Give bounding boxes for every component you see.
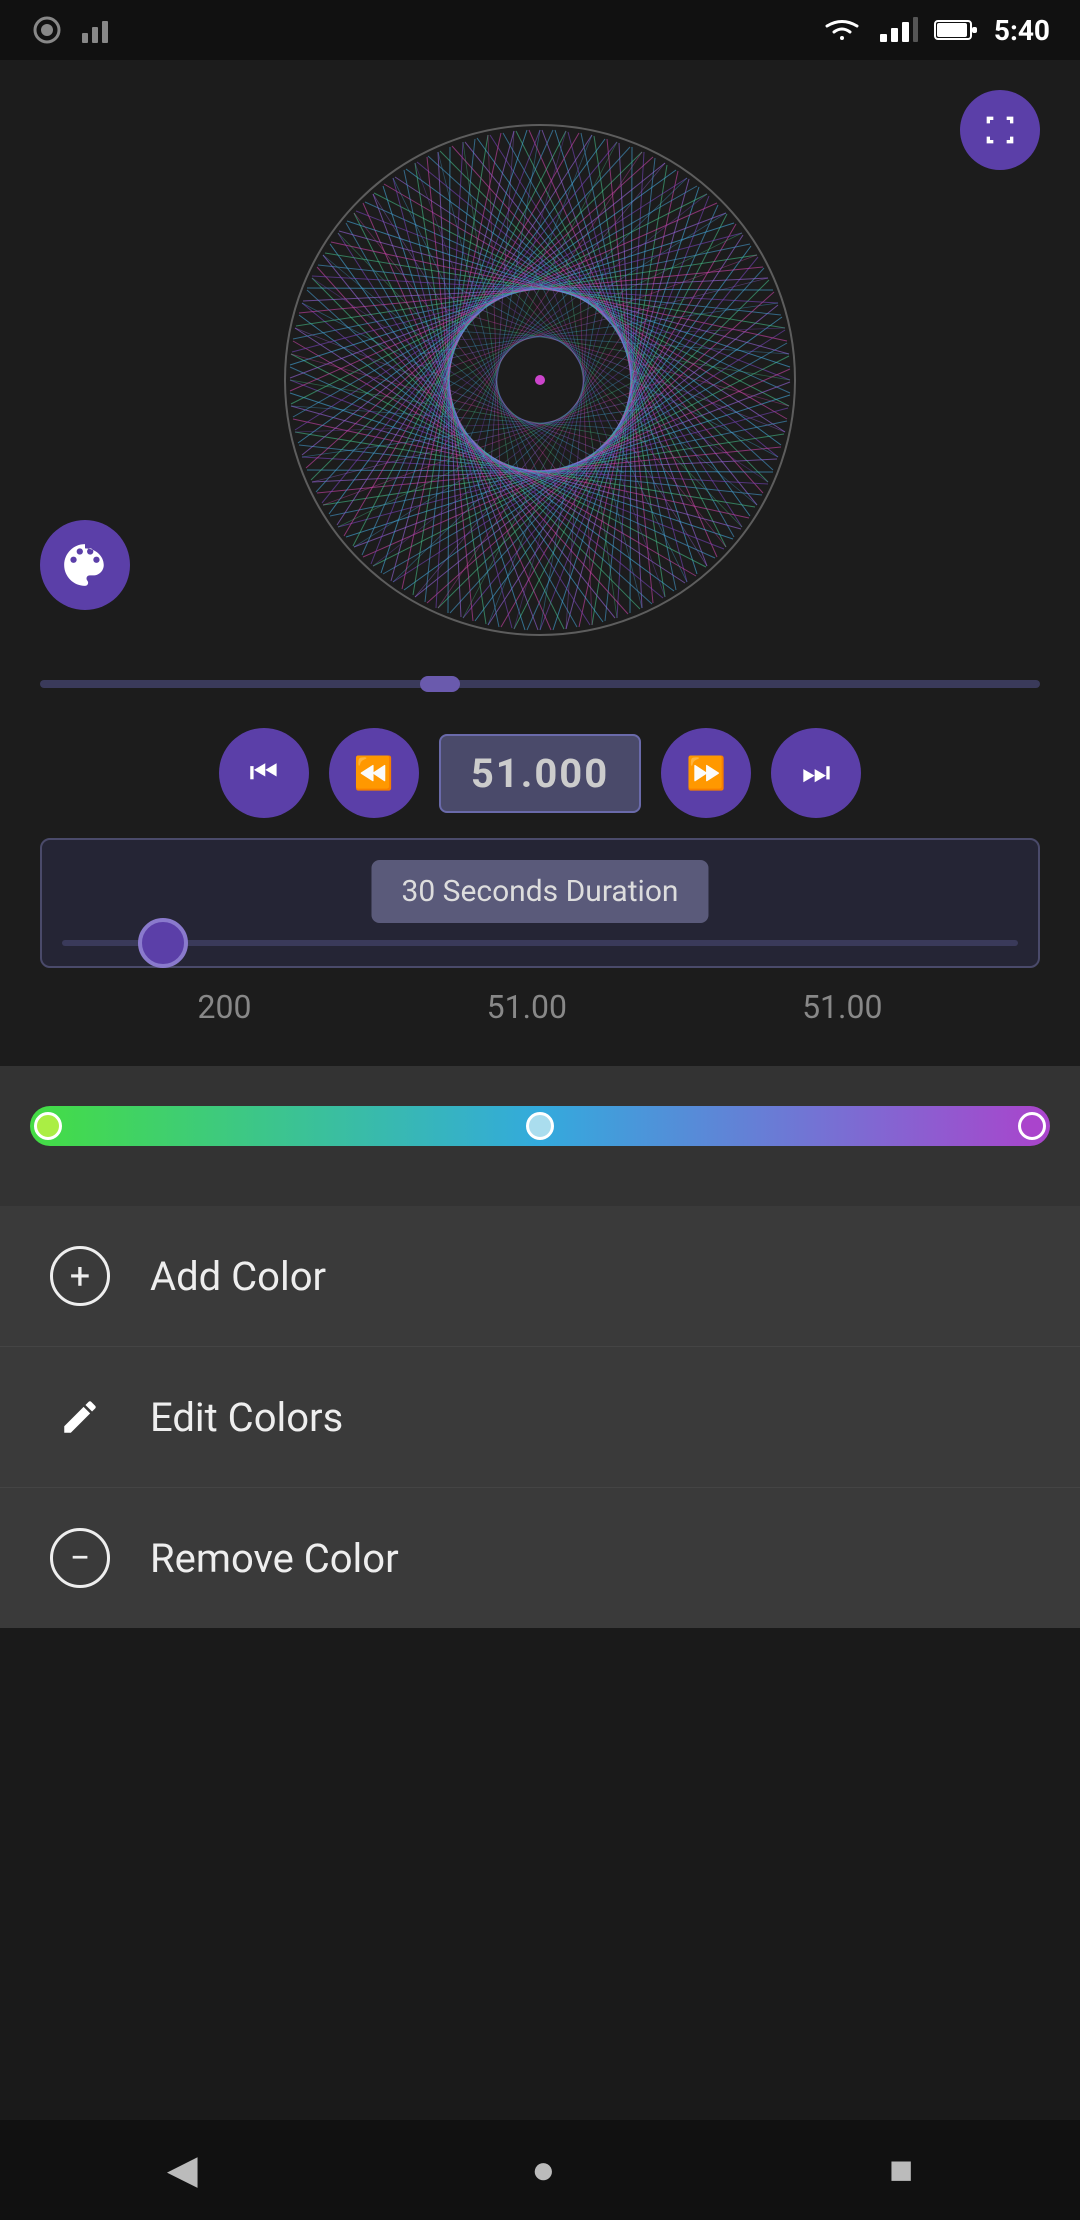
timeline-container: [20, 670, 1060, 698]
add-icon: +: [50, 1246, 110, 1306]
add-color-item[interactable]: + Add Color: [0, 1206, 1080, 1347]
fast-forward-button[interactable]: ⏩: [661, 728, 751, 818]
edit-colors-item[interactable]: Edit Colors: [0, 1347, 1080, 1488]
time-value-display: 51.000: [439, 734, 641, 813]
value-1: 200: [198, 988, 252, 1026]
pencil-icon: [59, 1396, 101, 1438]
sim-icon: [30, 13, 64, 47]
back-button[interactable]: ◀: [167, 2147, 198, 2193]
timeline-track[interactable]: [40, 680, 1040, 688]
wifi-icon: [822, 16, 862, 44]
edit-icon: [50, 1387, 110, 1447]
menu-items: + Add Color Edit Colors − Remove Color: [0, 1206, 1080, 1628]
duration-slider-track[interactable]: [62, 940, 1018, 946]
status-bar: 5:40: [0, 0, 1080, 60]
duration-tooltip: 30 Seconds Duration: [371, 860, 708, 923]
signal-icon: [80, 13, 114, 47]
duration-panel: 30 Seconds Duration: [40, 838, 1040, 968]
nav-bar: ◀ ● ■: [0, 2120, 1080, 2220]
fullscreen-icon: [980, 110, 1020, 150]
transport-controls: ⏮ ⏪ 51.000 ⏩ ⏭: [20, 728, 1060, 818]
viz-area: // This won't run inside SVG in HTML - u…: [0, 60, 1080, 1066]
skip-to-start-button[interactable]: ⏮: [219, 728, 309, 818]
remove-color-item[interactable]: − Remove Color: [0, 1488, 1080, 1628]
battery-icon: [934, 18, 978, 42]
status-left-icons: [30, 13, 114, 47]
rewind-button[interactable]: ⏪: [329, 728, 419, 818]
gradient-stop-mid[interactable]: [526, 1112, 554, 1140]
gradient-stop-right[interactable]: [1018, 1112, 1046, 1140]
value-2: 51.00: [487, 988, 567, 1026]
add-color-label: Add Color: [150, 1253, 326, 1300]
minus-icon: −: [50, 1528, 110, 1588]
palette-button[interactable]: [40, 520, 130, 610]
duration-thumb[interactable]: [138, 918, 188, 968]
gradient-stop-left[interactable]: [34, 1112, 62, 1140]
palette-icon: [60, 540, 110, 590]
time-display: 5:40: [994, 14, 1050, 47]
signal-bars-icon: [878, 16, 918, 44]
remove-color-label: Remove Color: [150, 1535, 399, 1582]
fullscreen-button[interactable]: [960, 90, 1040, 170]
values-row: 200 51.00 51.00: [20, 968, 1060, 1046]
timeline-thumb[interactable]: [420, 676, 460, 692]
skip-to-end-button[interactable]: ⏭: [771, 728, 861, 818]
gradient-bar[interactable]: [30, 1106, 1050, 1146]
status-right: 5:40: [822, 14, 1050, 47]
spiral-svg: // This won't run inside SVG in HTML - u…: [260, 100, 820, 660]
color-panel: [0, 1066, 1080, 1206]
edit-colors-label: Edit Colors: [150, 1394, 343, 1441]
recents-button[interactable]: ■: [889, 2148, 913, 2193]
circle-visualization: // This won't run inside SVG in HTML - u…: [260, 100, 820, 660]
value-3: 51.00: [802, 988, 882, 1026]
home-button[interactable]: ●: [531, 2148, 555, 2193]
